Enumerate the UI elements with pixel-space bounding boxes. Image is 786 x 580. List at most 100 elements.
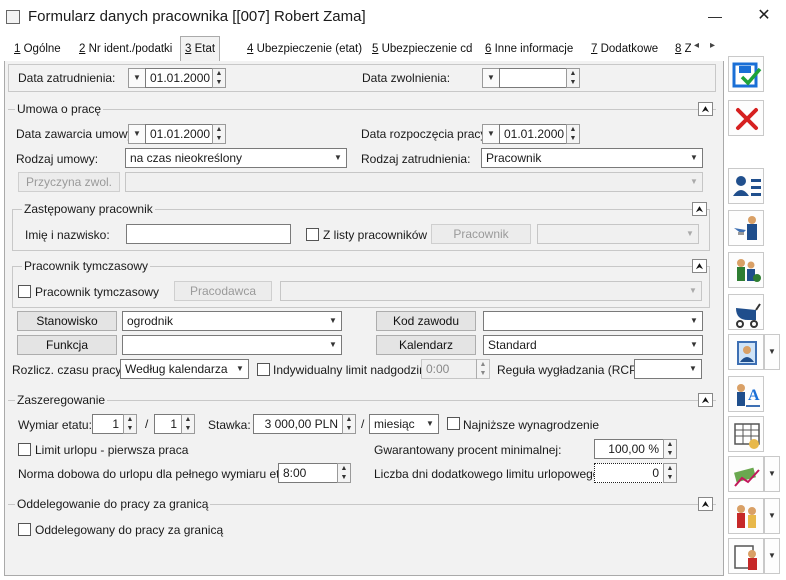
date-spinner[interactable]: ▲ ▼ (566, 124, 580, 144)
pracownik-select[interactable]: ▼ (537, 224, 699, 244)
collapse-icon[interactable]: ⮝ (698, 102, 713, 116)
imie-nazwisko-input[interactable] (126, 224, 291, 244)
spin-down-icon[interactable]: ▼ (664, 449, 676, 458)
documents-button[interactable] (728, 538, 764, 574)
tab-z[interactable]: 8 Z (671, 38, 691, 62)
liczba-dni-spinner[interactable]: ▲ ▼ (663, 463, 677, 483)
gwarantowany-procent-input[interactable]: 100,00 % (594, 439, 664, 459)
stawka-input[interactable]: 3 000,00 PLN (253, 414, 343, 434)
dropdown-arrow-icon[interactable]: ▼ (325, 312, 341, 330)
limit-spinner[interactable]: ▲ ▼ (476, 359, 490, 379)
tab-etat[interactable]: 3 Etat (180, 36, 221, 63)
pracownik-tymczasowy-checkbox[interactable] (18, 285, 31, 298)
spin-up-icon[interactable]: ▲ (124, 415, 136, 424)
dropdown-arrow-icon[interactable]: ▼ (686, 312, 702, 330)
collapse-icon[interactable]: ⮝ (698, 497, 713, 511)
przyczyna-zwolnienia-select[interactable]: ▼ (125, 172, 703, 192)
data-zwolnienia-input[interactable] (499, 68, 567, 88)
calendar-dropdown-icon[interactable]: ▼ (128, 124, 146, 144)
minimize-button[interactable]: — (700, 0, 730, 34)
data-rozpoczecia-input[interactable]: 01.01.2000 (499, 124, 567, 144)
documents-dropdown-icon[interactable]: ▼ (764, 538, 780, 574)
procent-spinner[interactable]: ▲ ▼ (663, 439, 677, 459)
stanowisko-select[interactable]: ogrodnik ▼ (122, 311, 342, 331)
okres-stawki-select[interactable]: miesiąc ▼ (369, 414, 439, 434)
chart-button[interactable] (728, 456, 764, 492)
spin-down-icon[interactable]: ▼ (567, 78, 579, 87)
dropdown-arrow-icon[interactable]: ▼ (686, 173, 702, 191)
wymiar-licznik-input[interactable]: 1 (92, 414, 124, 434)
scroll-left-icon[interactable]: ◂ (694, 40, 699, 51)
family-button[interactable] (728, 252, 764, 288)
spin-up-icon[interactable]: ▲ (477, 360, 489, 369)
tab-ogolne[interactable]: 1 Ogólne (10, 38, 65, 62)
wymiar-licznik-spinner[interactable]: ▲ ▼ (123, 414, 137, 434)
people-group-button[interactable] (728, 498, 764, 534)
dropdown-arrow-icon[interactable]: ▼ (685, 360, 701, 378)
przyczyna-zwolnienia-button[interactable]: Przyczyna zwol. (18, 172, 120, 192)
pracownik-button[interactable]: Pracownik (431, 224, 531, 244)
spin-down-icon[interactable]: ▼ (213, 134, 225, 143)
tab-nr-ident[interactable]: 2 Nr ident./podatki (75, 38, 176, 62)
funkcja-button[interactable]: Funkcja (17, 335, 117, 355)
spin-down-icon[interactable]: ▼ (213, 78, 225, 87)
photo-dropdown-icon[interactable]: ▼ (764, 334, 780, 370)
rozlicz-czasu-select[interactable]: Według kalendarza ▼ (120, 359, 249, 379)
chart-dropdown-icon[interactable]: ▼ (764, 456, 780, 492)
dropdown-arrow-icon[interactable]: ▼ (325, 336, 341, 354)
spin-up-icon[interactable]: ▲ (182, 415, 194, 424)
dropdown-arrow-icon[interactable]: ▼ (685, 282, 701, 300)
kalendarz-select[interactable]: Standard ▼ (483, 335, 703, 355)
dropdown-arrow-icon[interactable]: ▼ (682, 225, 698, 243)
kalendarz-button[interactable]: Kalendarz (376, 335, 476, 355)
limit-urlopu-checkbox[interactable] (18, 443, 31, 456)
dropdown-arrow-icon[interactable]: ▼ (330, 149, 346, 167)
indywidualny-limit-checkbox[interactable] (257, 363, 270, 376)
spin-up-icon[interactable]: ▲ (338, 464, 350, 473)
calendar-dropdown-icon[interactable]: ▼ (128, 68, 146, 88)
close-window-button[interactable]: ✕ (744, 0, 784, 34)
dropdown-arrow-icon[interactable]: ▼ (686, 336, 702, 354)
dropdown-arrow-icon[interactable]: ▼ (422, 415, 438, 433)
spin-down-icon[interactable]: ▼ (477, 369, 489, 378)
date-spinner[interactable]: ▲ ▼ (212, 68, 226, 88)
collapse-icon[interactable]: ⮝ (692, 202, 707, 216)
kod-zawodu-button[interactable]: Kod zawodu (376, 311, 476, 331)
pracodawca-select[interactable]: ▼ (280, 281, 702, 301)
spin-up-icon[interactable]: ▲ (343, 415, 355, 424)
rodzaj-umowy-select[interactable]: na czas nieokreślony ▼ (125, 148, 347, 168)
cancel-button[interactable] (728, 100, 764, 136)
spin-up-icon[interactable]: ▲ (567, 69, 579, 78)
wymiar-mianownik-input[interactable]: 1 (154, 414, 182, 434)
norma-spinner[interactable]: ▲ ▼ (337, 463, 351, 483)
spin-down-icon[interactable]: ▼ (124, 424, 136, 433)
photo-button[interactable] (728, 334, 764, 370)
scroll-right-icon[interactable]: ▸ (710, 40, 715, 51)
liczba-dni-input[interactable]: 0 (594, 463, 664, 483)
tab-inne-informacje[interactable]: 6 Inne informacje (481, 38, 577, 62)
dropdown-arrow-icon[interactable]: ▼ (232, 360, 248, 378)
stawka-spinner[interactable]: ▲ ▼ (342, 414, 356, 434)
funkcja-select[interactable]: ▼ (122, 335, 342, 355)
collapse-icon[interactable]: ⮝ (698, 393, 713, 407)
spin-down-icon[interactable]: ▼ (343, 424, 355, 433)
indywidualny-limit-input[interactable]: 0:00 (421, 359, 477, 379)
collapse-icon[interactable]: ⮝ (692, 259, 707, 273)
tab-ubezpieczenie-cd[interactable]: 5 Ubezpieczenie cd (368, 38, 476, 62)
spin-up-icon[interactable]: ▲ (567, 125, 579, 134)
people-dropdown-icon[interactable]: ▼ (764, 498, 780, 534)
dropdown-arrow-icon[interactable]: ▼ (686, 149, 702, 167)
data-zatrudnienia-input[interactable]: 01.01.2000 (145, 68, 213, 88)
kod-zawodu-select[interactable]: ▼ (483, 311, 703, 331)
z-listy-checkbox[interactable] (306, 228, 319, 241)
oddelegowany-checkbox[interactable] (18, 523, 31, 536)
calendar-dropdown-icon[interactable]: ▼ (482, 124, 500, 144)
employee-card-button[interactable] (728, 168, 764, 204)
date-spinner[interactable]: ▲ ▼ (212, 124, 226, 144)
spin-down-icon[interactable]: ▼ (182, 424, 194, 433)
najnizsze-wynagrodzenie-checkbox[interactable] (447, 417, 460, 430)
stanowisko-button[interactable]: Stanowisko (17, 311, 117, 331)
tab-dodatkowe[interactable]: 7 Dodatkowe (587, 38, 662, 62)
save-button[interactable] (728, 56, 764, 92)
regula-wygladzania-select[interactable]: ▼ (634, 359, 702, 379)
